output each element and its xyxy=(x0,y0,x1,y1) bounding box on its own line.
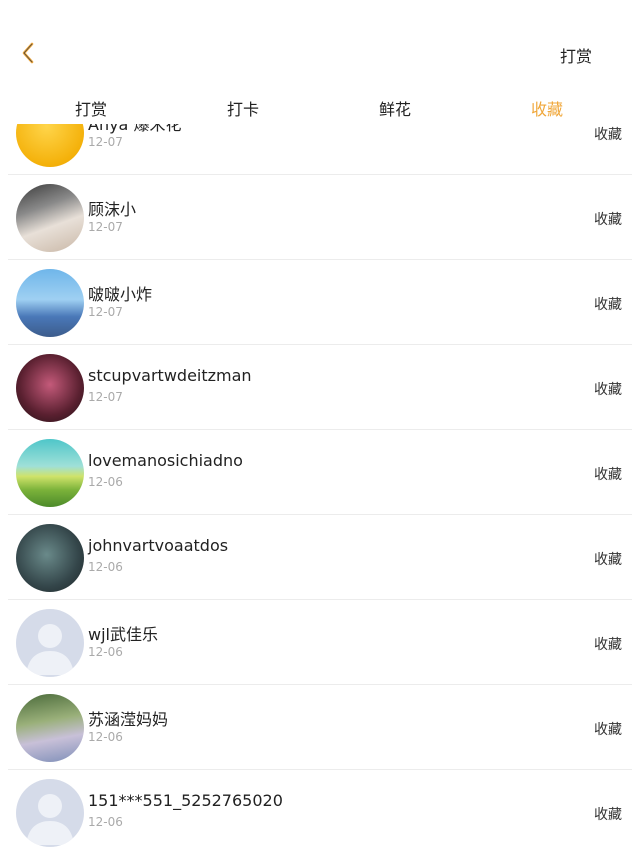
favorite-action[interactable]: 收藏 xyxy=(594,719,622,739)
chevron-left-icon xyxy=(22,42,34,64)
user-name: 151***551_5252765020 xyxy=(88,791,283,810)
tab-favorites[interactable]: 收藏 xyxy=(487,96,607,120)
favorite-action[interactable]: 收藏 xyxy=(594,634,622,654)
user-name: 顾沫小 xyxy=(88,200,137,219)
reward-button[interactable]: 打赏 xyxy=(560,43,592,67)
list-item[interactable]: Anya 爆米花 12-07 收藏 xyxy=(8,124,632,175)
favorite-action[interactable]: 收藏 xyxy=(594,124,622,144)
favorite-date: 12-07 xyxy=(88,220,123,234)
default-avatar-icon xyxy=(26,794,74,845)
favorite-action[interactable]: 收藏 xyxy=(594,804,622,824)
favorite-action[interactable]: 收藏 xyxy=(594,379,622,399)
avatar xyxy=(16,269,84,337)
avatar xyxy=(16,779,84,847)
favorite-date: 12-06 xyxy=(88,560,123,574)
avatar xyxy=(16,439,84,507)
avatar xyxy=(16,694,84,762)
favorite-date: 12-07 xyxy=(88,135,123,149)
default-avatar-icon xyxy=(26,624,74,675)
back-button[interactable] xyxy=(14,38,44,68)
tab-checkin[interactable]: 打卡 xyxy=(183,96,303,120)
favorite-date: 12-06 xyxy=(88,730,123,744)
user-name: lovemanosichiadno xyxy=(88,451,243,470)
user-name: wjl武佳乐 xyxy=(88,625,158,644)
avatar xyxy=(16,524,84,592)
user-name: 啵啵小炸 xyxy=(88,285,153,304)
tab-bar: 打赏 打卡 鲜花 收藏 xyxy=(0,90,640,124)
favorite-date: 12-06 xyxy=(88,645,123,659)
user-name: 苏涵滢妈妈 xyxy=(88,710,169,729)
favorite-action[interactable]: 收藏 xyxy=(594,294,622,314)
list-item[interactable]: 151***551_5252765020 12-06 收藏 xyxy=(8,770,632,853)
tab-reward[interactable]: 打赏 xyxy=(31,96,151,120)
favorite-date: 12-06 xyxy=(88,475,123,489)
list-item[interactable]: 顾沫小 12-07 收藏 xyxy=(8,175,632,260)
user-name: johnvartvoaatdos xyxy=(88,536,229,555)
user-name: stcupvartwdeitzman xyxy=(88,366,252,385)
favorite-date: 12-07 xyxy=(88,390,123,404)
list-item[interactable]: johnvartvoaatdos 12-06 收藏 xyxy=(8,515,632,600)
list-item[interactable]: 苏涵滢妈妈 12-06 收藏 xyxy=(8,685,632,770)
user-name: Anya 爆米花 xyxy=(88,124,182,134)
list-item[interactable]: lovemanosichiadno 12-06 收藏 xyxy=(8,430,632,515)
favorite-action[interactable]: 收藏 xyxy=(594,209,622,229)
avatar xyxy=(16,609,84,677)
navigation-bar: 打赏 xyxy=(0,0,640,90)
favorites-list: Anya 爆米花 12-07 收藏 顾沫小 12-07 收藏 啵啵小炸 12-0… xyxy=(8,124,632,853)
avatar xyxy=(16,184,84,252)
avatar xyxy=(16,354,84,422)
favorite-date: 12-07 xyxy=(88,305,123,319)
list-item[interactable]: 啵啵小炸 12-07 收藏 xyxy=(8,260,632,345)
favorite-action[interactable]: 收藏 xyxy=(594,549,622,569)
avatar xyxy=(16,124,84,167)
favorite-date: 12-06 xyxy=(88,815,123,829)
list-item[interactable]: stcupvartwdeitzman 12-07 收藏 xyxy=(8,345,632,430)
tab-flowers[interactable]: 鲜花 xyxy=(335,96,455,120)
list-item[interactable]: wjl武佳乐 12-06 收藏 xyxy=(8,600,632,685)
favorite-action[interactable]: 收藏 xyxy=(594,464,622,484)
